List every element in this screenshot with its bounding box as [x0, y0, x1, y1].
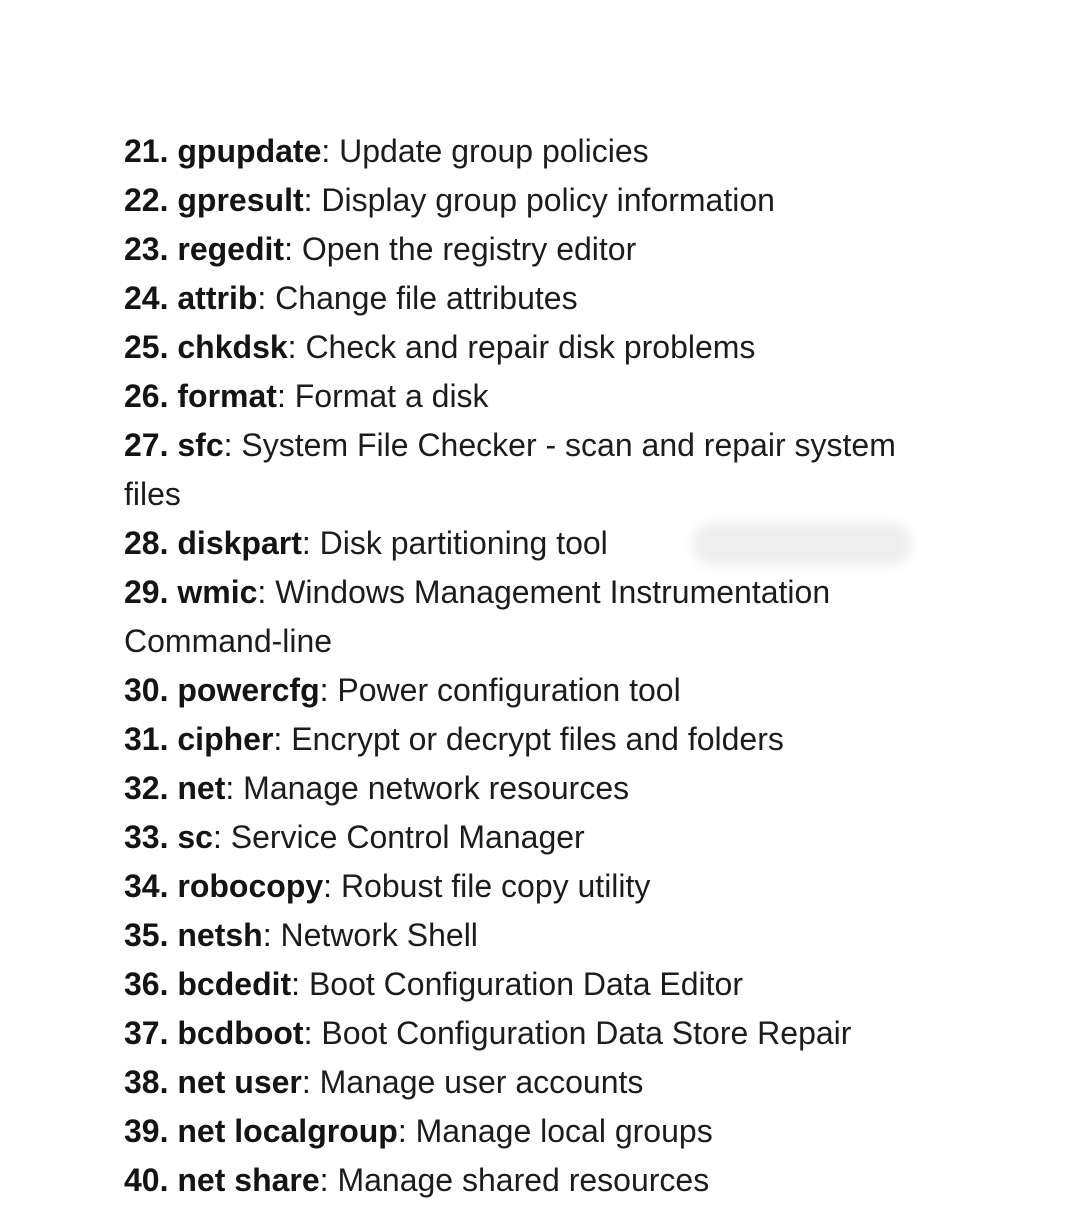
item-number: 40. [124, 1162, 169, 1198]
item-number: 31. [124, 721, 169, 757]
list-item-39: 39. net localgroup: Manage local groups [124, 1113, 713, 1149]
command-name: net share [177, 1162, 320, 1198]
command-name: net [177, 770, 226, 806]
item-number: 34. [124, 868, 169, 904]
item-number: 29. [124, 574, 169, 610]
item-number: 28. [124, 525, 169, 561]
command-name: wmic [177, 574, 258, 610]
command-description: Update group policies [339, 133, 649, 169]
command-description: Boot Configuration Data Store Repair [321, 1015, 852, 1051]
command-list: 21. gpupdate: Update group policies 22. … [124, 127, 944, 1205]
item-number: 39. [124, 1113, 169, 1149]
item-number: 25. [124, 329, 169, 365]
command-description: Service Control Manager [230, 819, 585, 855]
item-number: 21. [124, 133, 169, 169]
list-item-22: 22. gpresult: Display group policy infor… [124, 182, 775, 218]
list-item-34: 34. robocopy: Robust file copy utility [124, 868, 651, 904]
list-item-36: 36. bcdedit: Boot Configuration Data Edi… [124, 966, 743, 1002]
item-number: 33. [124, 819, 169, 855]
command-name: regedit [177, 231, 285, 267]
command-name: robocopy [177, 868, 324, 904]
command-name: cipher [177, 721, 274, 757]
item-number: 23. [124, 231, 169, 267]
list-item-21: 21. gpupdate: Update group policies [124, 133, 649, 169]
list-item-31: 31. cipher: Encrypt or decrypt files and… [124, 721, 784, 757]
command-description: Open the registry editor [301, 231, 637, 267]
command-name: format [177, 378, 277, 414]
item-number: 27. [124, 427, 169, 463]
list-item-29: 29. wmic: Windows Management Instrumenta… [124, 574, 831, 659]
command-name: gpresult [177, 182, 304, 218]
list-item-25: 25. chkdsk: Check and repair disk proble… [124, 329, 756, 365]
list-item-28: 28. diskpart: Disk partitioning tool [124, 525, 608, 561]
item-number: 37. [124, 1015, 169, 1051]
item-number: 24. [124, 280, 169, 316]
command-description: Network Shell [280, 917, 478, 953]
command-name: chkdsk [177, 329, 288, 365]
command-description: Manage user accounts [319, 1064, 644, 1100]
command-description: Manage network resources [243, 770, 630, 806]
command-description: System File Checker - scan and repair sy… [124, 427, 896, 512]
list-item-27: 27. sfc: System File Checker - scan and … [124, 427, 896, 512]
command-name: bcdedit [177, 966, 292, 1002]
command-description: Display group policy information [321, 182, 775, 218]
list-item-23: 23. regedit: Open the registry editor [124, 231, 637, 267]
command-description: Power configuration tool [337, 672, 681, 708]
command-description: Manage shared resources [337, 1162, 710, 1198]
command-name: netsh [177, 917, 263, 953]
command-description: Change file attributes [275, 280, 578, 316]
command-name: gpupdate [177, 133, 322, 169]
command-name: bcdboot [177, 1015, 304, 1051]
item-number: 36. [124, 966, 169, 1002]
list-item-38: 38. net user: Manage user accounts [124, 1064, 644, 1100]
command-name: sfc [177, 427, 224, 463]
command-name: diskpart [177, 525, 302, 561]
item-number: 32. [124, 770, 169, 806]
item-number: 26. [124, 378, 169, 414]
list-item-35: 35. netsh: Network Shell [124, 917, 478, 953]
list-item-32: 32. net: Manage network resources [124, 770, 630, 806]
command-name: powercfg [177, 672, 320, 708]
list-item-30: 30. powercfg: Power configuration tool [124, 672, 681, 708]
item-number: 30. [124, 672, 169, 708]
list-item-33: 33. sc: Service Control Manager [124, 819, 585, 855]
command-description: Check and repair disk problems [305, 329, 756, 365]
command-description: Encrypt or decrypt files and folders [291, 721, 784, 757]
item-number: 35. [124, 917, 169, 953]
command-description: Disk partitioning tool [319, 525, 608, 561]
command-description: Format a disk [294, 378, 489, 414]
command-name: net localgroup [177, 1113, 398, 1149]
command-name: attrib [177, 280, 258, 316]
list-item-26: 26. format: Format a disk [124, 378, 489, 414]
list-item-24: 24. attrib: Change file attributes [124, 280, 578, 316]
command-description: Manage local groups [415, 1113, 713, 1149]
list-item-37: 37. bcdboot: Boot Configuration Data Sto… [124, 1015, 852, 1051]
list-item-40: 40. net share: Manage shared resources [124, 1162, 710, 1198]
command-description: Boot Configuration Data Editor [308, 966, 743, 1002]
command-name: sc [177, 819, 213, 855]
command-name: net user [177, 1064, 302, 1100]
item-number: 38. [124, 1064, 169, 1100]
command-description: Robust file copy utility [340, 868, 651, 904]
item-number: 22. [124, 182, 169, 218]
